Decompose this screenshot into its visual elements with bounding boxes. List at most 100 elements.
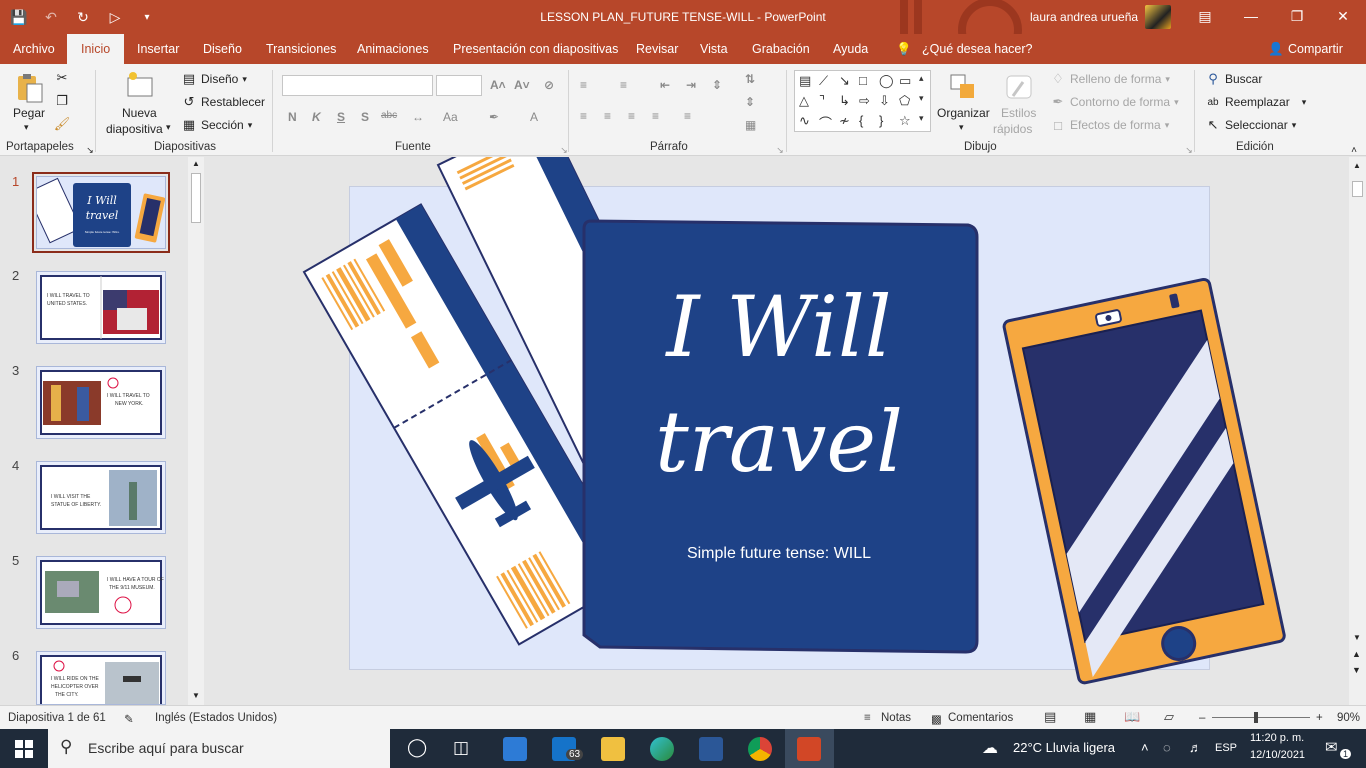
paste-dropdown-icon[interactable]: ▾ (24, 122, 29, 133)
tab-animaciones[interactable]: Animaciones (357, 42, 429, 56)
slide-title-line-2[interactable]: travel (584, 390, 974, 494)
normal-view-icon[interactable]: ▤ (1044, 709, 1056, 725)
textbox-shape-icon[interactable]: ▤ (799, 73, 811, 89)
previous-slide-icon[interactable]: ▲ (1352, 649, 1361, 659)
slideshow-view-icon[interactable]: ▱ (1164, 709, 1174, 725)
new-slide-icon[interactable] (124, 70, 156, 102)
shadow-button[interactable]: S (361, 110, 369, 124)
replace-button[interactable]: ab Reemplazar ▾ (1205, 94, 1306, 110)
quick-styles-label-1[interactable]: Estilos (1001, 106, 1036, 120)
zoom-level[interactable]: 90% (1337, 712, 1360, 724)
quick-styles-icon[interactable] (1003, 72, 1035, 104)
bold-button[interactable]: N (288, 110, 297, 124)
font-color-button[interactable]: A (530, 110, 538, 124)
copy-icon[interactable]: ❐ (54, 93, 70, 109)
word-app-icon[interactable] (699, 737, 723, 761)
next-slide-icon[interactable]: ▼ (1352, 665, 1361, 675)
tab-archivo[interactable]: Archivo (13, 42, 55, 56)
scroll-thumb[interactable] (1352, 181, 1363, 197)
zoom-in-button[interactable]: + (1316, 712, 1323, 724)
input-language[interactable]: ESP (1215, 742, 1237, 754)
clock-time[interactable]: 11:20 p. m. (1250, 732, 1304, 744)
highlight-icon[interactable]: ✒ (489, 110, 499, 124)
comments-icon[interactable]: ▩ (931, 712, 942, 726)
pentagon-shape-icon[interactable]: ⬠ (899, 93, 910, 109)
spacing-icon[interactable]: ↔ (412, 110, 424, 124)
section-button[interactable]: ▦ Sección ▾ (181, 117, 252, 133)
scroll-up-icon[interactable]: ▲ (192, 159, 200, 168)
find-button[interactable]: ⚲ Buscar (1205, 71, 1262, 87)
gallery-down-icon[interactable]: ▾ (919, 93, 924, 104)
new-slide-label-2[interactable]: diapositiva (106, 122, 163, 136)
shapes-gallery[interactable]: ▤ ⟋ ↘ □ ◯ ▭ △ ⌝ ↳ ⇨ ⇩ ⬠ ∿ ⌒ ≁ { } ☆ ▴ ▾ … (794, 70, 931, 132)
tab-diseno[interactable]: Diseño (203, 42, 242, 56)
proofing-icon[interactable]: ✎ (124, 712, 134, 726)
star-shape-icon[interactable]: ☆ (899, 113, 911, 129)
align-left-icon[interactable]: ≡ (580, 109, 587, 123)
tab-presentacion[interactable]: Presentación con diapositivas (453, 42, 618, 56)
arrange-dropdown-icon[interactable]: ▾ (959, 122, 964, 133)
freeform-shape-icon[interactable]: ∿ (799, 113, 810, 129)
right-brace-shape-icon[interactable]: } (879, 113, 883, 128)
file-explorer-icon[interactable] (601, 737, 625, 761)
gallery-more-icon[interactable]: ▾ (919, 113, 924, 124)
scroll-down-icon[interactable]: ▼ (1353, 633, 1361, 642)
text-direction-icon[interactable]: ⇅ (745, 72, 755, 86)
arc-shape-icon[interactable]: ⌒ (819, 113, 832, 132)
decrease-indent-icon[interactable]: ⇤ (660, 78, 670, 92)
tab-vista[interactable]: Vista (700, 42, 728, 56)
taskbar-search[interactable]: ⚲ Escribe aquí para buscar (48, 729, 390, 768)
ribbon-display-icon[interactable]: ▤ (1182, 0, 1228, 32)
line-shape-icon[interactable]: ⟋ (819, 73, 828, 89)
underline-button[interactable]: S (337, 110, 345, 124)
oval-shape-icon[interactable]: ◯ (879, 73, 894, 89)
tab-insertar[interactable]: Insertar (137, 42, 179, 56)
network-icon[interactable]: ◌ (1163, 740, 1171, 755)
down-arrow-shape-icon[interactable]: ⇩ (879, 93, 890, 109)
new-slide-dropdown-icon[interactable]: ▾ (166, 122, 171, 133)
task-view-icon[interactable]: ◫ (453, 738, 469, 758)
shape-fill-button[interactable]: ♢ Relleno de forma ▾ (1050, 71, 1170, 87)
select-button[interactable]: ↖ Seleccionar ▾ (1205, 117, 1297, 133)
tab-transiciones[interactable]: Transiciones (266, 42, 336, 56)
clear-format-icon[interactable]: ⊘ (544, 78, 554, 92)
shrink-font-icon[interactable]: A˅ (514, 78, 530, 92)
scroll-thumb[interactable] (191, 173, 201, 223)
tray-chevron-icon[interactable]: ˄ (1141, 740, 1149, 755)
comments-button[interactable]: Comentarios (948, 712, 1013, 724)
italic-button[interactable]: K (312, 110, 321, 124)
elbow-connector-icon[interactable]: ⌝ (819, 93, 825, 109)
change-case-button[interactable]: Aa (443, 110, 458, 124)
gallery-up-icon[interactable]: ▴ (919, 73, 924, 84)
minimize-icon[interactable]: — (1228, 0, 1274, 32)
close-icon[interactable]: ✕ (1320, 0, 1366, 32)
line-spacing-icon[interactable]: ⇕ (712, 78, 722, 92)
slide-title-line-1[interactable]: I Will (584, 275, 974, 379)
scroll-up-icon[interactable]: ▲ (1353, 161, 1361, 170)
align-text-icon[interactable]: ⇕ (745, 95, 755, 109)
numbering-icon[interactable]: ≡ (620, 78, 627, 92)
align-center-icon[interactable]: ≡ (604, 109, 611, 123)
bullets-icon[interactable]: ≡ (580, 78, 587, 92)
justify-icon[interactable]: ≡ (652, 109, 659, 123)
arrange-button[interactable]: Organizar (937, 106, 990, 120)
font-launcher-icon[interactable]: ↘ (556, 142, 572, 158)
arrow-line-shape-icon[interactable]: ↘ (839, 73, 850, 89)
powerpoint-app-icon[interactable] (797, 737, 821, 761)
reading-view-icon[interactable]: 📖 (1124, 709, 1140, 725)
notes-button[interactable]: Notas (881, 712, 911, 724)
right-arrow-shape-icon[interactable]: ⇨ (859, 93, 870, 109)
tab-inicio[interactable]: Inicio (67, 34, 125, 64)
tell-me-input[interactable]: ¿Qué desea hacer? (922, 42, 1033, 56)
zoom-slider-thumb[interactable] (1254, 712, 1258, 723)
curve-shape-icon[interactable]: ≁ (839, 113, 850, 129)
paste-button[interactable]: Pegar (13, 106, 45, 120)
lightbulb-icon[interactable]: 💡 (896, 42, 912, 57)
layout-button[interactable]: ▤ Diseño ▾ (181, 71, 247, 87)
cortana-icon[interactable]: ◯ (407, 737, 427, 758)
tab-grabacion[interactable]: Grabación (752, 42, 810, 56)
shape-effects-button[interactable]: □ Efectos de forma ▾ (1050, 117, 1169, 133)
paste-icon[interactable] (14, 72, 46, 104)
shape-outline-button[interactable]: ✒ Contorno de forma ▾ (1050, 94, 1179, 110)
left-brace-shape-icon[interactable]: { (859, 113, 863, 128)
